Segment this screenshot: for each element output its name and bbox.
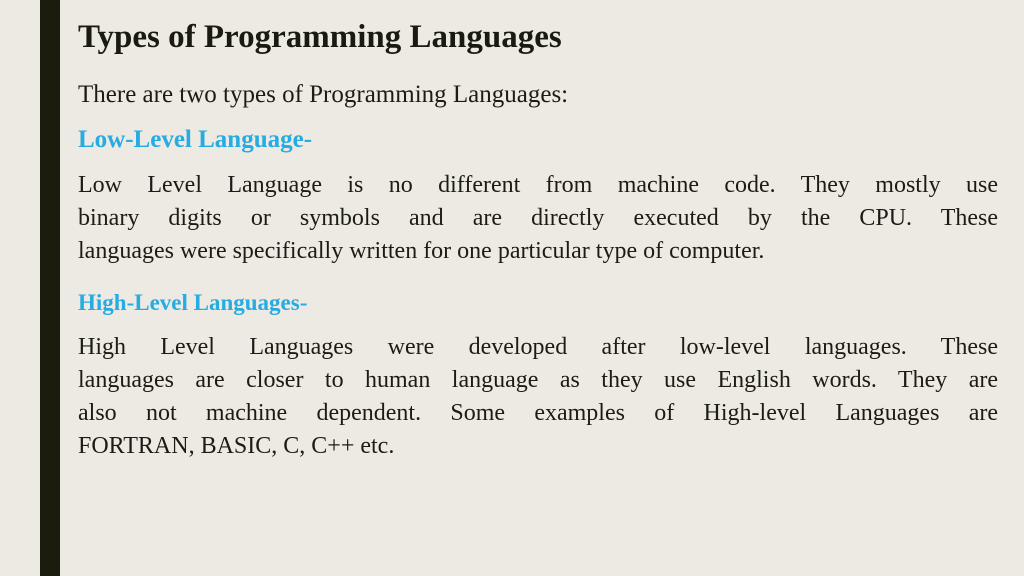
slide-canvas: Types of Programming Languages There are…	[0, 0, 1024, 576]
paragraph-line: also not machine dependent. Some example…	[78, 400, 998, 426]
paragraph-line: Low Level Language is no different from …	[78, 172, 998, 198]
paragraph-low-level: Low Level Language is no different from …	[78, 169, 998, 268]
paragraph-line: languages are closer to human language a…	[78, 367, 998, 393]
section-heading-high-level: High-Level Languages-	[78, 290, 308, 315]
intro-text: There are two types of Programming Langu…	[78, 81, 569, 108]
slide-content: Types of Programming Languages There are…	[78, 0, 998, 576]
paragraph-line: High Level Languages were developed afte…	[78, 334, 998, 360]
left-accent-bar	[40, 0, 60, 576]
paragraph-line: binary digits or symbols and are directl…	[78, 205, 998, 231]
paragraph-line: FORTRAN, BASIC, C, C++ etc.	[78, 433, 395, 459]
paragraph-high-level: High Level Languages were developed afte…	[78, 331, 998, 463]
section-heading-low-level: Low-Level Language-	[78, 126, 313, 153]
paragraph-line: languages were specifically written for …	[78, 238, 765, 264]
page-title: Types of Programming Languages	[78, 19, 562, 55]
